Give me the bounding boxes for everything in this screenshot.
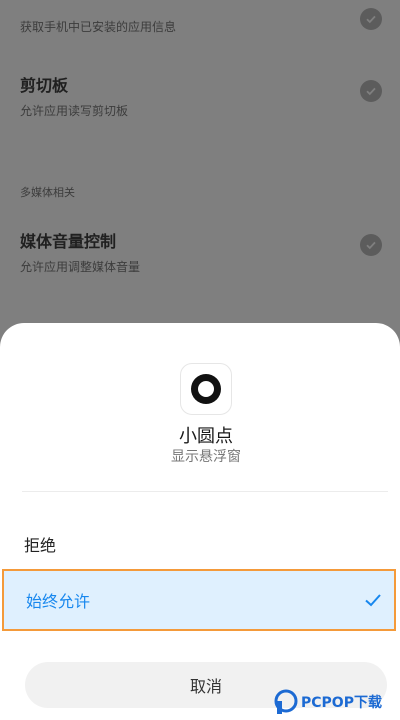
divider — [22, 491, 388, 492]
permission-bottom-sheet: 小圆点 显示悬浮窗 拒绝 始终允许 取消 — [0, 323, 400, 720]
permission-desc: 允许应用调整媒体音量 — [20, 260, 141, 274]
always-allow-option[interactable]: 始终允许 — [2, 569, 396, 631]
always-allow-label: 始终允许 — [26, 592, 91, 611]
clipboard-permission: 剪切板 允许应用读写剪切板 — [20, 72, 382, 119]
watermark-text: PCPOP下载 — [301, 695, 382, 711]
permission-title: 媒体音量控制 — [20, 232, 117, 251]
deny-option[interactable]: 拒绝 — [0, 513, 400, 575]
permission-subtitle: 显示悬浮窗 — [171, 449, 241, 465]
watermark: PCPOP下载 — [274, 684, 400, 720]
permission-desc: 获取手机中已安装的应用信息 — [20, 20, 177, 34]
section-label: 多媒体相关 — [20, 186, 75, 199]
permission-title: 剪切板 — [20, 76, 69, 95]
checkmark-icon — [365, 594, 381, 607]
media-volume-permission: 媒体音量控制 允许应用调整媒体音量 — [20, 228, 382, 275]
pcpop-logo-icon — [274, 689, 298, 714]
app-icon — [180, 363, 232, 415]
app-name: 小圆点 — [179, 426, 233, 447]
installed-apps-permission: 获取手机中已安装的应用信息 — [20, 8, 382, 35]
permission-desc: 允许应用读写剪切板 — [20, 104, 129, 118]
check-circle-icon — [360, 80, 382, 102]
check-circle-icon — [360, 234, 382, 256]
check-circle-icon — [360, 8, 382, 30]
